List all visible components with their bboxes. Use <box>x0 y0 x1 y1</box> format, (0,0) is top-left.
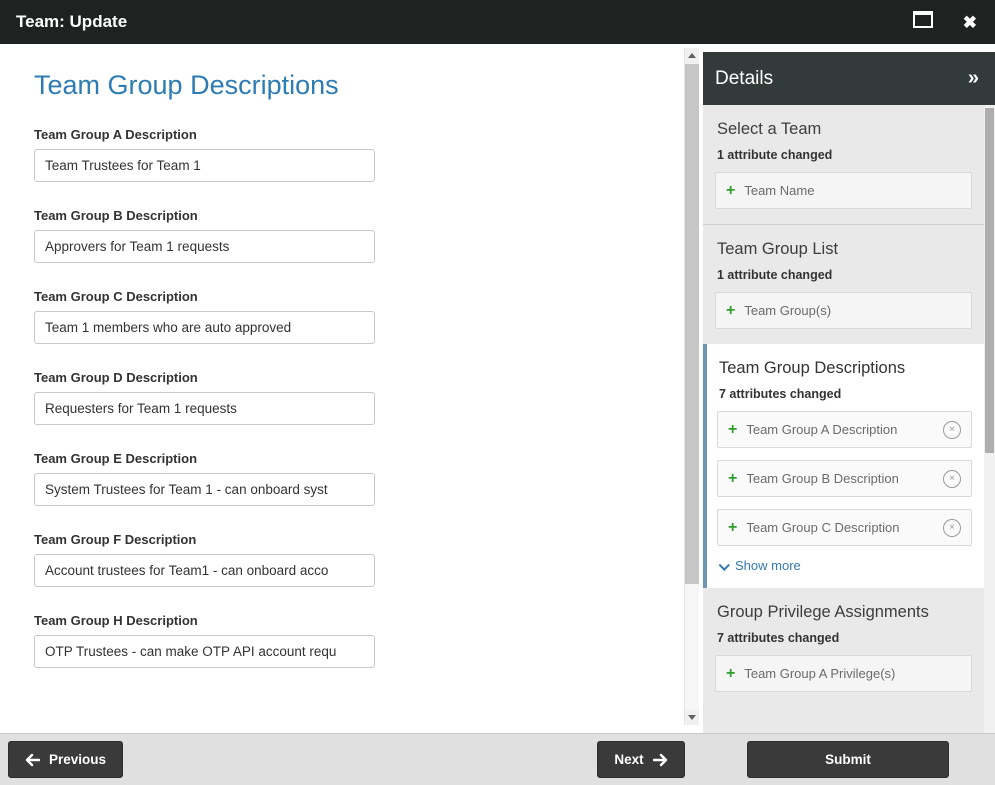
sidebar-scrollbar-thumb[interactable] <box>985 108 994 453</box>
previous-button[interactable]: Previous <box>8 741 124 778</box>
maximize-icon[interactable] <box>912 11 933 33</box>
team-group-d-description-input[interactable] <box>34 392 375 425</box>
window-title: Team: Update <box>16 12 128 31</box>
section-title: Select a Team <box>717 120 822 138</box>
sidebar-scrollbar[interactable] <box>984 105 995 733</box>
attr-item-team-name[interactable]: + Team Name <box>715 172 972 209</box>
field-label: Team Group D Description <box>34 370 198 385</box>
field-label: Team Group H Description <box>34 613 198 628</box>
titlebar: Team: Update ✖ <box>0 0 995 44</box>
team-group-e-description-input[interactable] <box>34 473 375 506</box>
details-sidebar: Details » Select a Team 1 attribute chan… <box>703 52 995 733</box>
scrollbar-thumb[interactable] <box>685 64 699 584</box>
section-status: 7 attributes changed <box>719 387 842 401</box>
footer-bar: Previous Next Submit <box>0 733 995 785</box>
section-team-group-descriptions: Team Group Descriptions 7 attributes cha… <box>703 344 984 588</box>
arrow-right-icon <box>652 753 667 766</box>
form-area: Team Group Descriptions Team Group A Des… <box>0 44 699 668</box>
remove-icon[interactable]: × <box>943 518 961 537</box>
field-group-h: Team Group H Description <box>34 613 375 668</box>
plus-icon: + <box>728 518 738 536</box>
section-group-privilege-assignments: Group Privilege Assignments 7 attributes… <box>703 588 984 707</box>
field-label: Team Group F Description <box>34 532 197 547</box>
page-title: Team Group Descriptions <box>34 70 339 100</box>
close-icon[interactable]: ✖ <box>963 14 977 31</box>
team-group-b-description-input[interactable] <box>34 230 375 263</box>
section-status: 1 attribute changed <box>717 148 833 162</box>
team-group-c-description-input[interactable] <box>34 311 375 344</box>
team-group-f-description-input[interactable] <box>34 554 375 587</box>
field-group-e: Team Group E Description <box>34 451 375 506</box>
field-group-b: Team Group B Description <box>34 208 375 263</box>
details-body: Select a Team 1 attribute changed + Team… <box>703 105 984 733</box>
attr-item-group-c-description[interactable]: + Team Group C Description × <box>717 509 972 546</box>
collapse-sidebar-icon[interactable]: » <box>968 67 979 90</box>
field-group-f: Team Group F Description <box>34 532 375 587</box>
remove-icon[interactable]: × <box>943 469 961 488</box>
submit-button[interactable]: Submit <box>747 741 949 778</box>
field-group-c: Team Group C Description <box>34 289 375 344</box>
field-label: Team Group C Description <box>34 289 198 304</box>
arrow-left-icon <box>25 753 40 766</box>
scroll-down-button[interactable] <box>685 710 699 725</box>
next-button[interactable]: Next <box>597 741 685 778</box>
section-team-group-list: Team Group List 1 attribute changed + Te… <box>703 224 984 344</box>
plus-icon: + <box>726 664 736 682</box>
scroll-up-button[interactable] <box>685 48 699 63</box>
section-select-a-team: Select a Team 1 attribute changed + Team… <box>703 105 984 224</box>
attr-item-group-a-privileges[interactable]: + Team Group A Privilege(s) <box>715 655 972 692</box>
plus-icon: + <box>728 420 738 438</box>
team-group-h-description-input[interactable] <box>34 635 375 668</box>
field-label: Team Group B Description <box>34 208 198 223</box>
plus-icon: + <box>726 301 736 319</box>
section-title: Team Group List <box>717 240 839 258</box>
details-header: Details » <box>703 52 995 105</box>
plus-icon: + <box>728 469 738 487</box>
chevron-down-icon <box>718 559 730 571</box>
section-title: Team Group Descriptions <box>719 359 906 377</box>
section-status: 1 attribute changed <box>717 268 833 282</box>
field-group-a: Team Group A Description <box>34 127 375 182</box>
show-more-link[interactable]: Show more <box>718 558 972 573</box>
triangle-up-icon <box>688 53 696 58</box>
section-status: 7 attributes changed <box>717 631 840 645</box>
main-panel: Team Group Descriptions Team Group A Des… <box>0 44 699 733</box>
remove-icon[interactable]: × <box>943 420 961 439</box>
attr-item-team-groups[interactable]: + Team Group(s) <box>715 292 972 329</box>
attr-item-group-b-description[interactable]: + Team Group B Description × <box>717 460 972 497</box>
main-scrollbar[interactable] <box>684 48 699 725</box>
plus-icon: + <box>726 181 736 199</box>
field-group-d: Team Group D Description <box>34 370 375 425</box>
details-title: Details <box>715 67 774 89</box>
triangle-down-icon <box>688 715 696 720</box>
team-group-a-description-input[interactable] <box>34 149 375 182</box>
attr-item-group-a-description[interactable]: + Team Group A Description × <box>717 411 972 448</box>
field-label: Team Group E Description <box>34 451 198 466</box>
section-title: Group Privilege Assignments <box>717 603 929 621</box>
field-label: Team Group A Description <box>34 127 197 142</box>
